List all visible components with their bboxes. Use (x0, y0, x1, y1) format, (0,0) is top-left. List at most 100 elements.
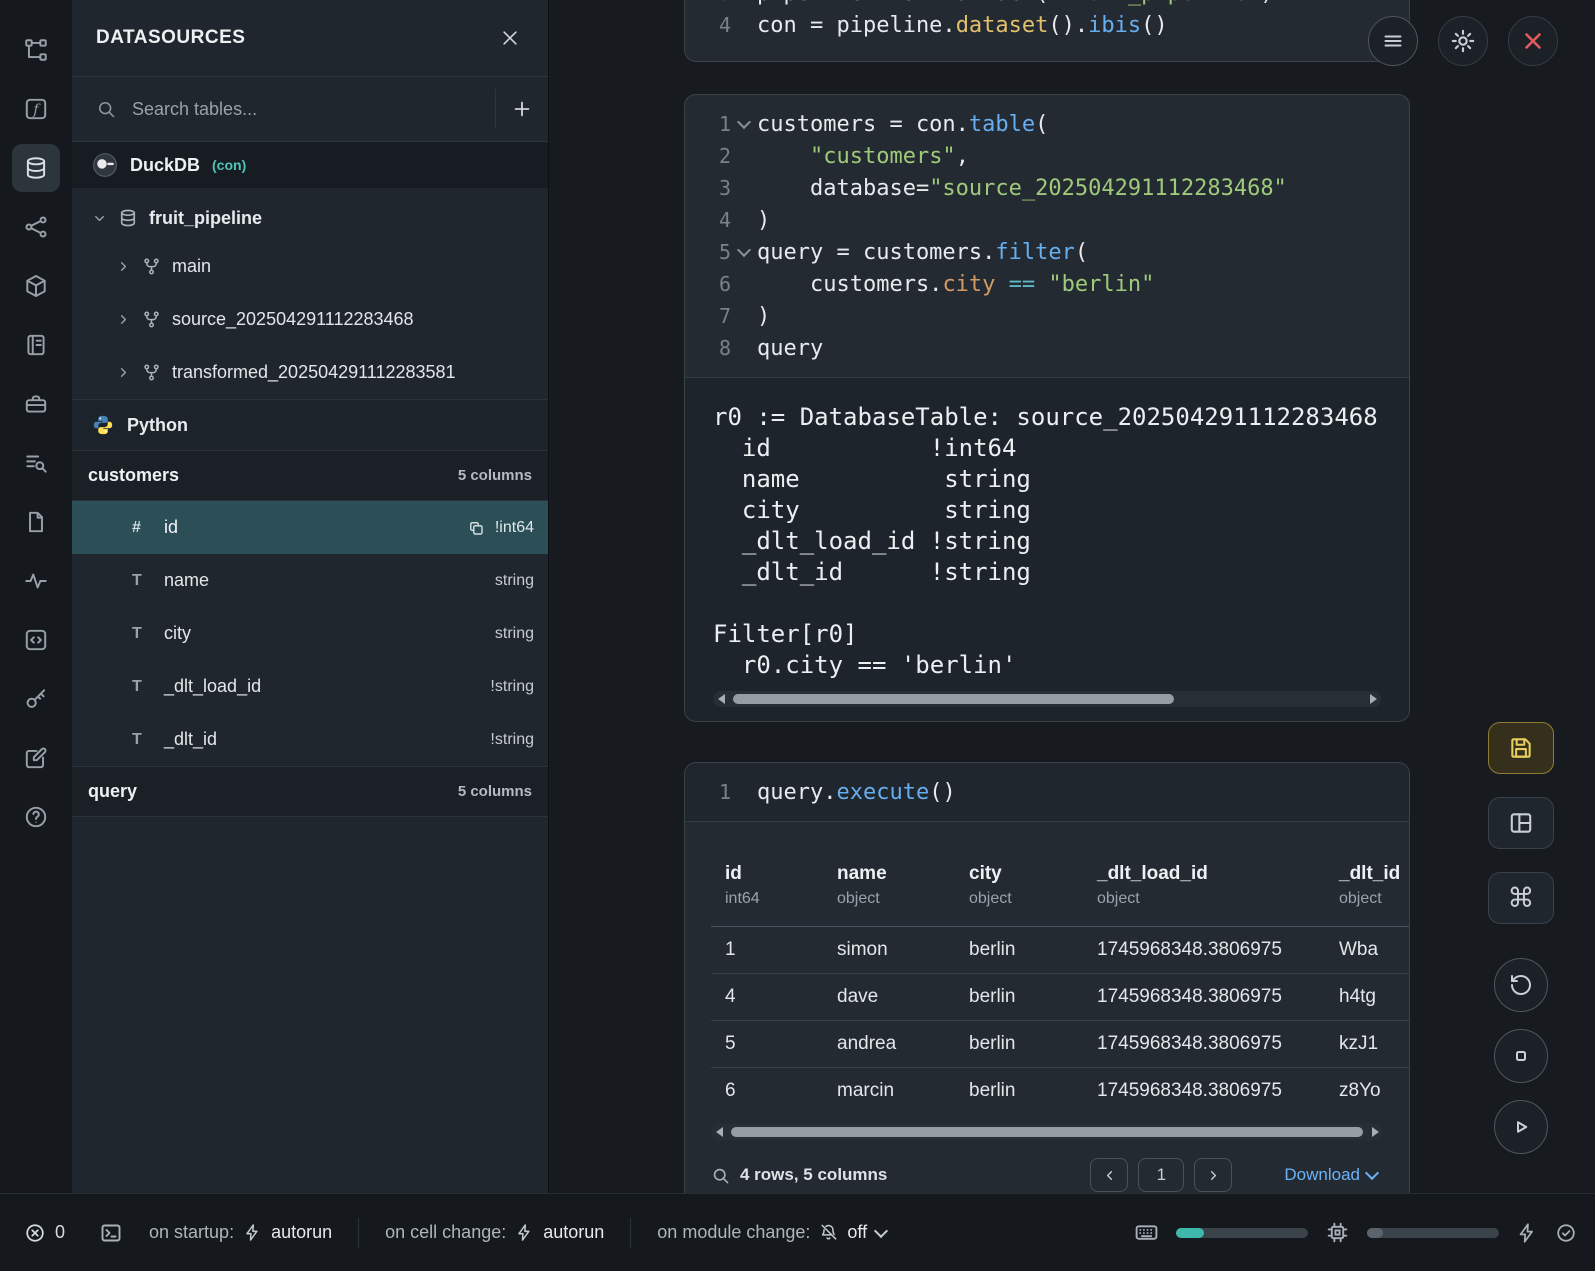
keyboard-icon[interactable] (1134, 1220, 1159, 1245)
code-line[interactable]: 4) (685, 204, 1409, 236)
help-icon[interactable] (12, 793, 60, 841)
code-line[interactable]: 6 customers.city == "berlin" (685, 268, 1409, 300)
tree-schema-transformed[interactable]: transformed_202504291112283581 (72, 346, 548, 399)
connection-status-icon[interactable] (1516, 1222, 1538, 1244)
fold-caret-icon[interactable] (731, 236, 757, 268)
table-header-query[interactable]: query 5 columns (72, 766, 548, 817)
scroll-right-icon[interactable] (1365, 691, 1381, 707)
tree-database-row[interactable]: fruit_pipeline (72, 196, 548, 240)
chevron-down-icon (874, 1223, 888, 1237)
datasources-icon[interactable] (12, 144, 60, 192)
error-count: 0 (55, 1222, 65, 1243)
run-button[interactable] (1494, 1100, 1548, 1154)
datasources-panel: DATASOURCES DuckDB (con) fruit_pipeline … (72, 0, 549, 1193)
add-datasource-button[interactable] (496, 77, 548, 141)
keyboard-zoom-slider[interactable] (1176, 1228, 1308, 1238)
layout-toggle-button[interactable] (1488, 797, 1554, 849)
result-col-header-name[interactable]: nameobject (823, 852, 955, 927)
errors-indicator[interactable]: 0 (18, 1221, 71, 1245)
code-editor[interactable]: 3pipeline = dlt.attach("fruit_pipeline")… (685, 0, 1409, 41)
secrets-icon[interactable] (12, 675, 60, 723)
column-row-name[interactable]: T name string (72, 554, 548, 607)
column-row-city[interactable]: T city string (72, 607, 548, 660)
python-section[interactable]: Python (72, 399, 548, 450)
search-tables-input[interactable] (130, 98, 495, 121)
column-row-dlt-load-id[interactable]: T _dlt_load_id !string (72, 660, 548, 713)
prev-page-icon[interactable] (1090, 1158, 1128, 1192)
result-col-header-dlt-id[interactable]: _dlt_idobject (1325, 852, 1410, 927)
memory-usage-bar[interactable] (1367, 1228, 1499, 1238)
packages-icon[interactable] (12, 262, 60, 310)
code-line[interactable]: 1query.execute() (685, 776, 1409, 808)
horizontal-scrollbar[interactable] (711, 1124, 1383, 1140)
undo-button[interactable] (1494, 958, 1548, 1012)
code-line[interactable]: 4con = pipeline.dataset().ibis() (685, 9, 1409, 41)
settings-gear-icon[interactable] (1438, 16, 1488, 66)
result-col-header-city[interactable]: cityobject (955, 852, 1083, 927)
scrollbar-thumb[interactable] (731, 1127, 1363, 1137)
code-editor[interactable]: 1customers = con.table(2 "customers",3 d… (685, 95, 1409, 377)
code-editor[interactable]: 1query.execute() (685, 763, 1409, 822)
code-line[interactable]: 3pipeline = dlt.attach("fruit_pipeline") (685, 0, 1409, 9)
schema-name: main (172, 256, 211, 277)
close-panel-icon[interactable] (496, 24, 524, 52)
database-name: fruit_pipeline (149, 208, 262, 229)
copy-icon[interactable] (467, 519, 485, 537)
tracing-icon[interactable] (12, 557, 60, 605)
fold-caret-icon (731, 268, 757, 300)
code-line[interactable]: 8query (685, 332, 1409, 364)
code-line[interactable]: 2 "customers", (685, 140, 1409, 172)
column-row-dlt-id[interactable]: T _dlt_id !string (72, 713, 548, 766)
code-cell-execute[interactable]: 1query.execute() idint64 nameobject city… (684, 762, 1410, 1193)
column-row-id[interactable]: # id !int64 (72, 501, 548, 554)
fold-caret-icon (731, 140, 757, 172)
fold-caret-icon[interactable] (731, 108, 757, 140)
file-tree-icon[interactable] (12, 26, 60, 74)
document-icon[interactable] (12, 498, 60, 546)
result-table: idint64 nameobject cityobject _dlt_load_… (711, 852, 1410, 1114)
scroll-left-icon[interactable] (713, 691, 729, 707)
code-line[interactable]: 5query = customers.filter( (685, 236, 1409, 268)
save-button[interactable] (1488, 722, 1554, 774)
command-palette-button[interactable]: ⌘ (1488, 872, 1554, 924)
python-label: Python (127, 415, 188, 436)
code-line[interactable]: 1customers = con.table( (685, 108, 1409, 140)
code-line[interactable]: 7) (685, 300, 1409, 332)
ibis-expression-output: r0 := DatabaseTable: source_202504291112… (713, 402, 1381, 681)
chevron-right-icon (116, 312, 131, 327)
code-cell-setup[interactable]: 3pipeline = dlt.attach("fruit_pipeline")… (684, 0, 1410, 62)
scroll-right-icon[interactable] (1367, 1124, 1383, 1140)
on-module-change-setting[interactable]: on module change: off (651, 1221, 892, 1244)
cpu-icon[interactable] (1325, 1220, 1350, 1245)
tree-schema-source[interactable]: source_202504291112283468 (72, 293, 548, 346)
horizontal-scrollbar[interactable] (713, 691, 1381, 707)
table-header-customers[interactable]: customers 5 columns (72, 450, 548, 501)
tree-schema-main[interactable]: main (72, 240, 548, 293)
result-col-header-id[interactable]: idint64 (711, 852, 823, 927)
notebook-menu-button[interactable] (1368, 16, 1418, 66)
search-rows-icon[interactable] (711, 1166, 730, 1185)
download-button[interactable]: Download (1278, 1164, 1383, 1186)
functions-icon[interactable]: f (12, 85, 60, 133)
dependency-graph-icon[interactable] (12, 203, 60, 251)
on-startup-setting[interactable]: on startup: autorun (143, 1221, 338, 1244)
code-line[interactable]: 3 database="source_202504291112283468" (685, 172, 1409, 204)
code-cell-query[interactable]: 1customers = con.table(2 "customers",3 d… (684, 94, 1410, 722)
result-col-header-dlt-load-id[interactable]: _dlt_load_idobject (1083, 852, 1325, 927)
python-logo (92, 414, 114, 436)
terminal-icon[interactable] (99, 1221, 123, 1245)
scratchpad-icon[interactable] (12, 734, 60, 782)
toolbox-icon[interactable] (12, 380, 60, 428)
scrollbar-thumb[interactable] (733, 694, 1174, 704)
health-check-icon[interactable] (1555, 1222, 1577, 1244)
notebook-icon[interactable] (12, 321, 60, 369)
connection-duckdb[interactable]: DuckDB (con) (72, 142, 548, 188)
stop-button[interactable] (1494, 1029, 1548, 1083)
close-notebook-button[interactable] (1508, 16, 1558, 66)
logs-icon[interactable] (12, 439, 60, 487)
on-cell-change-setting[interactable]: on cell change: autorun (379, 1221, 610, 1244)
scroll-left-icon[interactable] (711, 1124, 727, 1140)
code-icon[interactable] (12, 616, 60, 664)
next-page-icon[interactable] (1194, 1158, 1232, 1192)
table-name: customers (88, 465, 458, 486)
